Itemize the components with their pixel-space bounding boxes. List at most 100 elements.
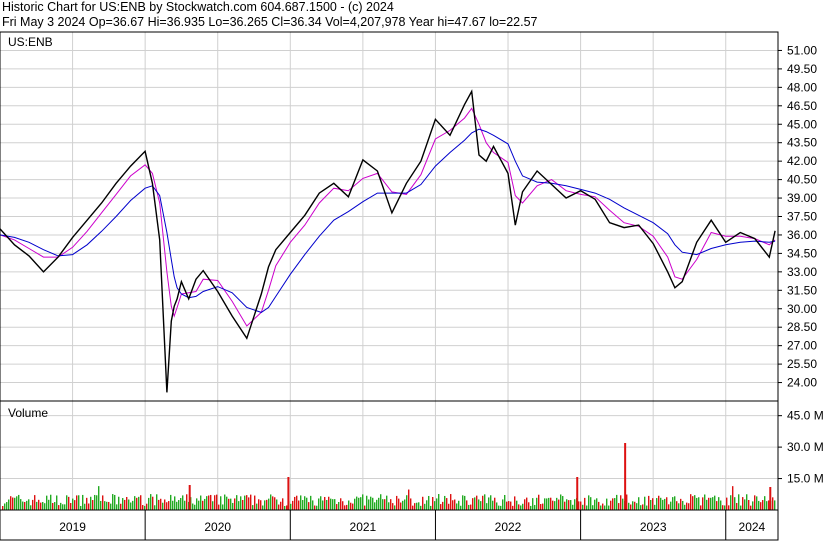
volume-bar xyxy=(186,494,188,510)
volume-bar xyxy=(482,495,484,510)
volume-bar xyxy=(522,503,524,510)
volume-bar xyxy=(648,495,650,510)
volume-bar xyxy=(114,494,116,510)
volume-bar xyxy=(512,505,514,510)
volume-bar xyxy=(284,505,286,510)
volume-bar xyxy=(108,501,110,510)
volume-bar xyxy=(454,499,456,510)
volume-bar xyxy=(684,504,686,510)
volume-bar xyxy=(464,495,466,510)
volume-bar xyxy=(750,505,752,510)
volume-bar xyxy=(100,500,102,510)
volume-bar xyxy=(252,505,254,510)
volume-bar xyxy=(176,501,178,510)
price-tick-label: 46.50 xyxy=(787,99,817,113)
volume-bar xyxy=(678,503,680,510)
volume-bar xyxy=(196,498,198,510)
volume-bar xyxy=(544,498,546,510)
volume-bar xyxy=(352,503,354,510)
volume-bar xyxy=(94,494,96,510)
volume-bar xyxy=(550,497,552,510)
volume-bar xyxy=(682,500,684,510)
volume-bar xyxy=(82,494,84,510)
volume-bar xyxy=(126,496,128,510)
volume-bar xyxy=(60,502,62,510)
volume-bar xyxy=(658,495,660,510)
volume-bar xyxy=(148,497,150,510)
volume-bar xyxy=(728,505,730,510)
price-tick-label: 40.50 xyxy=(787,173,817,187)
volume-bar xyxy=(294,496,296,510)
volume-bar xyxy=(306,497,308,510)
volume-bar xyxy=(348,500,350,510)
volume-bar xyxy=(200,495,202,510)
volume-bar xyxy=(202,500,204,510)
price-tick-label: 25.50 xyxy=(787,357,817,371)
volume-bar xyxy=(398,498,400,510)
volume-bar xyxy=(342,501,344,510)
volume-bar xyxy=(714,495,716,510)
volume-bar xyxy=(208,495,210,510)
volume-bar xyxy=(372,497,374,510)
volume-bar xyxy=(30,505,32,510)
volume-bar xyxy=(570,500,572,510)
volume-bar xyxy=(122,498,124,510)
price-tick-label: 51.00 xyxy=(787,43,817,57)
volume-bar xyxy=(152,496,154,510)
volume-bar xyxy=(530,505,532,510)
volume-bar xyxy=(572,504,574,510)
volume-bar xyxy=(718,497,720,510)
price-tick-label: 48.00 xyxy=(787,80,817,94)
volume-bar xyxy=(488,497,490,510)
volume-bar xyxy=(58,505,60,510)
volume-bar xyxy=(640,505,642,510)
volume-bar xyxy=(442,501,444,510)
volume-bar xyxy=(556,497,558,510)
volume-bar xyxy=(616,494,618,510)
volume-bar xyxy=(430,505,432,510)
price-tick-label: 24.00 xyxy=(787,376,817,390)
volume-bar xyxy=(440,504,442,510)
volume-bar xyxy=(254,495,256,510)
volume-bar xyxy=(558,499,560,510)
volume-bar xyxy=(448,503,450,510)
volume-bar xyxy=(314,505,316,510)
volume-bar xyxy=(274,497,276,510)
volume-bar xyxy=(496,502,498,510)
volume-bar xyxy=(312,500,314,510)
volume-bar xyxy=(726,497,728,510)
volume-bar xyxy=(22,501,24,510)
volume-bar xyxy=(84,503,86,510)
volume-bar xyxy=(534,504,536,510)
volume-bar xyxy=(178,500,180,510)
volume-bar xyxy=(582,504,584,510)
volume-bar xyxy=(388,502,390,510)
volume-bar xyxy=(160,498,162,510)
volume-bar xyxy=(356,496,358,510)
volume-bar xyxy=(740,505,742,510)
volume-bar xyxy=(38,499,40,510)
volume-bar xyxy=(136,497,138,510)
volume-bar xyxy=(144,505,146,510)
volume-bar xyxy=(378,497,380,510)
volume-bar xyxy=(478,499,480,510)
ma-long-line xyxy=(0,128,776,313)
volume-bar xyxy=(504,494,506,510)
volume-bar xyxy=(532,498,534,510)
volume-bar xyxy=(206,496,208,510)
volume-bar xyxy=(748,500,750,510)
volume-bar xyxy=(382,499,384,510)
volume-bar xyxy=(366,495,368,510)
volume-bar xyxy=(546,498,548,510)
volume-bar xyxy=(392,503,394,510)
volume-bar xyxy=(470,504,472,510)
volume-bar xyxy=(156,494,158,510)
volume-bar xyxy=(128,499,130,510)
volume-bar xyxy=(88,503,90,510)
volume-bar xyxy=(298,500,300,510)
volume-bar xyxy=(226,496,228,510)
price-line xyxy=(0,89,776,393)
volume-bar xyxy=(42,502,44,510)
volume-bar xyxy=(70,503,72,510)
volume-bar xyxy=(434,501,436,510)
